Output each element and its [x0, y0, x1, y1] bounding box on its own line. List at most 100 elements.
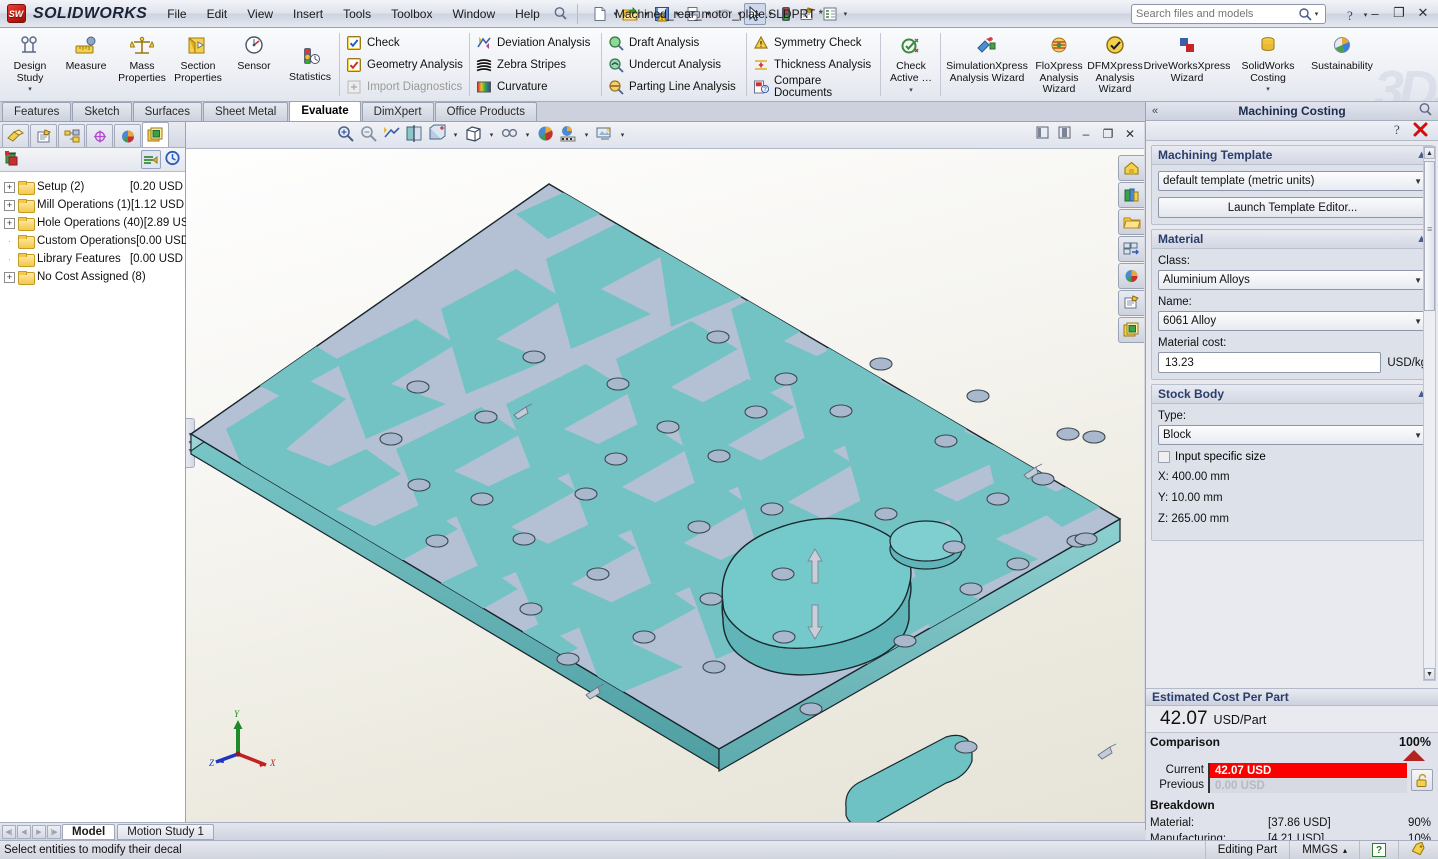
new-document-caret[interactable]	[611, 4, 620, 24]
display-manager-tab[interactable]	[114, 124, 141, 147]
symmetry-check-button[interactable]: Symmetry Check	[749, 32, 866, 54]
material-cost-input[interactable]: 13.23	[1158, 352, 1381, 373]
sensor-button[interactable]: Sensor	[226, 30, 282, 73]
view-settings-icon[interactable]	[595, 124, 614, 146]
section-view-icon[interactable]	[405, 124, 424, 146]
input-specific-size-row[interactable]: Input specific size	[1158, 451, 1427, 463]
solidworks-costing-caret[interactable]: ▾	[1266, 84, 1270, 96]
material-header[interactable]: Material ▲	[1152, 230, 1433, 249]
tree-row-setup[interactable]: + Setup (2) [0.20 USD	[2, 178, 185, 196]
tab-surfaces[interactable]: Surfaces	[133, 102, 202, 121]
restore-button[interactable]: ❐	[1388, 3, 1410, 23]
doc-tab-model[interactable]: Model	[62, 824, 115, 840]
expander-icon[interactable]: +	[4, 218, 15, 229]
view-settings-caret[interactable]	[618, 125, 627, 145]
zoom-to-area-icon[interactable]	[359, 124, 378, 146]
stock-body-header[interactable]: Stock Body ▲	[1152, 385, 1433, 404]
next-icon[interactable]: ▶	[32, 825, 46, 839]
property-manager-tab[interactable]	[30, 124, 57, 147]
check-active-button[interactable]: Check Active … ▾	[883, 30, 939, 97]
appearances-icon[interactable]	[536, 124, 555, 146]
close-icon[interactable]	[1413, 122, 1428, 140]
doc-tab-motion-study[interactable]: Motion Study 1	[117, 824, 214, 840]
zebra-stripes-button[interactable]: Zebra Stripes	[472, 54, 570, 76]
tab-features[interactable]: Features	[2, 102, 71, 121]
tree-row-custom-operations[interactable]: · Custom Operations [0.00 USD	[2, 232, 185, 250]
menu-edit[interactable]: Edit	[197, 2, 238, 26]
compare-documents-button[interactable]: ? Compare Documents	[749, 76, 879, 98]
display-style-caret[interactable]	[487, 125, 496, 145]
rebuild-status-icon[interactable]	[775, 3, 797, 25]
unlock-icon[interactable]	[1411, 769, 1433, 791]
tree-row-no-cost-assigned[interactable]: + No Cost Assigned (8)	[2, 268, 185, 286]
costing-manager-tab[interactable]	[142, 122, 169, 147]
menu-insert[interactable]: Insert	[283, 2, 333, 26]
menu-file[interactable]: File	[157, 2, 196, 26]
undo-caret[interactable]	[735, 4, 744, 24]
menu-tools[interactable]: Tools	[333, 2, 381, 26]
tree-row-library-features[interactable]: · Library Features [0.00 USD	[2, 250, 185, 268]
hide-show-items-icon[interactable]	[500, 124, 519, 146]
undo-icon[interactable]	[713, 3, 735, 25]
material-name-dropdown[interactable]: 6061 Alloy ▼	[1158, 311, 1427, 331]
custom-properties-icon[interactable]	[1118, 290, 1144, 316]
design-library-icon[interactable]	[1118, 182, 1144, 208]
scene-icon[interactable]	[559, 124, 578, 146]
view-palette-icon[interactable]	[1118, 236, 1144, 262]
check-active-caret[interactable]: ▾	[909, 85, 913, 97]
last-icon[interactable]: |▶	[47, 825, 61, 839]
hide-show-items-caret[interactable]	[523, 125, 532, 145]
draft-analysis-button[interactable]: Draft Analysis	[604, 32, 703, 54]
dfmxpress-button[interactable]: DFMXpress Analysis Wizard	[1087, 30, 1143, 96]
previous-view-icon[interactable]	[382, 124, 401, 146]
restore-right-icon[interactable]	[1056, 126, 1072, 142]
scene-caret[interactable]	[582, 125, 591, 145]
collapse-panel-icon[interactable]: «	[1152, 105, 1158, 117]
parting-line-analysis-button[interactable]: Parting Line Analysis	[604, 76, 740, 98]
print-caret[interactable]	[704, 4, 713, 24]
new-document-icon[interactable]	[589, 3, 611, 25]
first-icon[interactable]: ◀|	[2, 825, 16, 839]
edge-pocket[interactable]	[846, 735, 972, 822]
tab-sheet-metal[interactable]: Sheet Metal	[203, 102, 288, 121]
tree-row-mill-operations[interactable]: + Mill Operations (1) [1.12 USD	[2, 196, 185, 214]
save-caret[interactable]	[673, 4, 682, 24]
open-document-icon[interactable]	[620, 3, 642, 25]
restore-left-icon[interactable]	[1034, 126, 1050, 142]
tag-cell[interactable]	[1398, 841, 1438, 859]
configuration-manager-tab[interactable]	[58, 124, 85, 147]
zoom-to-fit-icon[interactable]	[336, 124, 355, 146]
view-orientation-icon[interactable]	[428, 124, 447, 146]
units-caret-icon[interactable]: ▴	[1343, 846, 1347, 855]
close-button[interactable]: ✕	[1412, 3, 1434, 23]
launch-template-editor-button[interactable]: Launch Template Editor...	[1158, 197, 1427, 218]
tab-office-products[interactable]: Office Products	[435, 102, 537, 121]
menu-view[interactable]: View	[237, 2, 283, 26]
file-explorer-icon[interactable]	[1118, 209, 1144, 235]
check-button[interactable]: Check	[342, 32, 404, 54]
tab-sketch[interactable]: Sketch	[72, 102, 131, 121]
pin-icon[interactable]	[1418, 102, 1433, 120]
thickness-analysis-button[interactable]: Thickness Analysis	[749, 54, 875, 76]
design-study-button[interactable]: Design Study ▾	[2, 30, 58, 96]
graphics-area[interactable]: – ❐ ✕ ▾ ▾ ▾	[186, 122, 1144, 822]
appearances-scenes-icon[interactable]	[1118, 263, 1144, 289]
prev-icon[interactable]: ◀	[17, 825, 31, 839]
rebuild-caret[interactable]	[841, 4, 850, 24]
property-panel-scrollbar[interactable]: ▲ ▼	[1423, 146, 1436, 681]
help-badge-cell[interactable]: ?	[1359, 841, 1398, 859]
menu-window[interactable]: Window	[442, 2, 505, 26]
machined-plate-model[interactable]	[186, 149, 1144, 822]
search-caret[interactable]	[1312, 4, 1321, 24]
minimize-button[interactable]: –	[1364, 3, 1386, 23]
input-specific-size-checkbox[interactable]	[1158, 451, 1170, 463]
machining-template-dropdown[interactable]: default template (metric units) ▼	[1158, 171, 1427, 191]
curvature-button[interactable]: Curvature	[472, 76, 552, 98]
expander-icon[interactable]: +	[4, 200, 15, 211]
view-minimize-icon[interactable]: –	[1078, 127, 1094, 141]
menu-help[interactable]: Help	[505, 2, 550, 26]
machining-template-header[interactable]: Machining Template ▲	[1152, 146, 1433, 165]
stock-type-dropdown[interactable]: Block ▼	[1158, 425, 1427, 445]
help-icon[interactable]: ?	[1392, 122, 1405, 140]
help-icon[interactable]: ?	[1339, 4, 1361, 26]
